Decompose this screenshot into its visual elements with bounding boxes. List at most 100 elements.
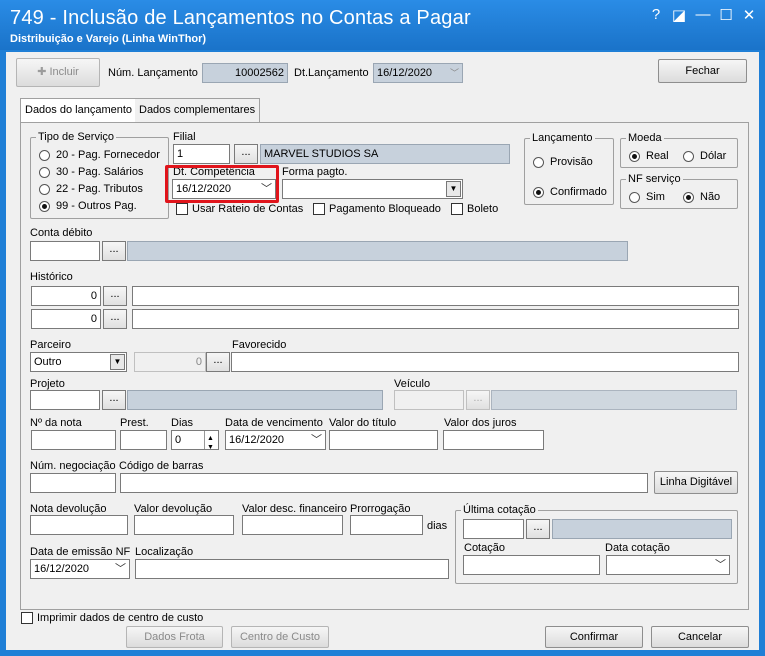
lancamento-group: Lançamento Provisão Confirmado xyxy=(524,132,614,205)
forma-pagto-label: Forma pagto. xyxy=(282,166,348,178)
cotacao-field[interactable] xyxy=(463,555,600,575)
codigo-barras-label: Código de barras xyxy=(119,460,204,472)
vencimento-field[interactable]: 16/12/2020 ﹀ xyxy=(225,430,326,450)
rateio-checkbox[interactable]: Usar Rateio de Contas xyxy=(176,203,303,215)
historico-lookup-button-1[interactable]: ... xyxy=(103,286,127,306)
radio-selected-icon xyxy=(533,186,544,198)
dados-frota-button[interactable]: Dados Frota xyxy=(126,626,223,648)
historico-code-2[interactable]: 0 xyxy=(31,309,101,329)
bloqueado-checkbox[interactable]: Pagamento Bloqueado xyxy=(313,203,441,215)
parceiro-code-field: 0 xyxy=(134,352,206,372)
stepper-arrows-icon[interactable]: ▲ ▼ xyxy=(204,431,218,449)
valor-titulo-field[interactable] xyxy=(329,430,438,450)
cancelar-button[interactable]: Cancelar xyxy=(651,626,749,648)
minimize-icon[interactable]: — xyxy=(695,6,711,23)
dropdown-arrow-icon[interactable]: ▼ xyxy=(446,181,461,197)
veiculo-field xyxy=(394,390,464,410)
radio-pag-salarios[interactable]: 30 - Pag. Salários xyxy=(39,166,143,178)
forma-pagto-select[interactable]: ▼ xyxy=(282,179,463,199)
historico-text-1[interactable] xyxy=(132,286,739,306)
conta-debito-lookup-button[interactable]: ... xyxy=(102,241,126,261)
data-cotacao-field[interactable]: ﹀ xyxy=(606,555,730,575)
historico-code-1[interactable]: 0 xyxy=(31,286,101,306)
radio-outros-pag[interactable]: 99 - Outros Pag. xyxy=(39,200,137,212)
radio-dolar-label: Dólar xyxy=(700,150,727,162)
localizacao-field[interactable] xyxy=(135,559,449,579)
veiculo-label: Veículo xyxy=(394,378,431,390)
title-bar[interactable]: 749 - Inclusão de Lançamentos no Contas … xyxy=(0,0,765,50)
moeda-group: Moeda Real Dólar xyxy=(620,132,738,168)
radio-sim[interactable]: Sim xyxy=(629,191,665,203)
dias-stepper[interactable]: 0 ▲ ▼ xyxy=(171,430,219,450)
num-negociacao-field[interactable] xyxy=(30,473,116,493)
radio-provisao[interactable]: Provisão xyxy=(533,156,593,168)
centro-custo-button[interactable]: Centro de Custo xyxy=(231,626,329,648)
valor-juros-field[interactable] xyxy=(443,430,544,450)
prest-field[interactable] xyxy=(120,430,167,450)
nf-servico-group: NF serviço Sim Não xyxy=(620,173,738,209)
projeto-lookup-button[interactable]: ... xyxy=(102,390,126,410)
radio-confirmado[interactable]: Confirmado xyxy=(533,186,607,198)
valor-devolucao-field[interactable] xyxy=(134,515,234,535)
ultima-cotacao-code-field[interactable] xyxy=(463,519,524,539)
radio-icon xyxy=(629,191,640,203)
prest-label: Prest. xyxy=(120,417,149,429)
historico-text-2[interactable] xyxy=(132,309,739,329)
favorecido-field[interactable] xyxy=(231,352,739,372)
valor-desc-field[interactable] xyxy=(242,515,343,535)
num-lancamento-label: Núm. Lançamento xyxy=(108,67,198,79)
linha-digitavel-button[interactable]: Linha Digitável xyxy=(654,471,738,494)
nota-devolucao-field[interactable] xyxy=(30,515,128,535)
filial-name-field: MARVEL STUDIOS SA xyxy=(260,144,510,164)
radio-dolar[interactable]: Dólar xyxy=(683,150,726,162)
checkbox-icon xyxy=(451,203,463,215)
chevron-down-icon: ﹀ xyxy=(449,68,459,78)
vencimento-value: 16/12/2020 xyxy=(229,434,285,446)
moeda-title: Moeda xyxy=(626,132,664,144)
boleto-checkbox[interactable]: Boleto xyxy=(451,203,498,215)
restore-icon[interactable]: ◪ xyxy=(671,6,687,24)
chevron-down-icon[interactable]: ﹀ xyxy=(715,556,726,574)
num-negociacao-label: Núm. negociação xyxy=(30,460,116,472)
parceiro-lookup-button[interactable]: ... xyxy=(206,352,230,372)
radio-real-label: Real xyxy=(646,150,669,162)
chevron-down-icon[interactable]: ﹀ xyxy=(311,431,322,449)
imprimir-centro-custo-label: Imprimir dados de centro de custo xyxy=(37,612,204,624)
help-icon[interactable]: ? xyxy=(648,6,664,23)
tipo-servico-title: Tipo de Serviço xyxy=(36,131,117,143)
window-title: 749 - Inclusão de Lançamentos no Contas … xyxy=(10,7,471,29)
projeto-field[interactable] xyxy=(30,390,100,410)
dropdown-arrow-icon[interactable]: ▼ xyxy=(110,354,125,370)
radio-icon xyxy=(39,183,50,195)
close-icon[interactable]: ✕ xyxy=(741,6,757,24)
tab-dados-lancamento[interactable]: Dados do lançamento xyxy=(20,98,138,124)
veiculo-desc-field xyxy=(491,390,737,410)
incluir-button[interactable]: ✚ Incluir xyxy=(16,58,100,87)
radio-pag-fornecedor[interactable]: 20 - Pag. Fornecedor xyxy=(39,149,160,161)
codigo-barras-field[interactable] xyxy=(120,473,648,493)
conta-debito-field[interactable] xyxy=(30,241,100,261)
dias-suffix-label: dias xyxy=(427,520,448,532)
data-emissao-field[interactable]: 16/12/2020 ﹀ xyxy=(30,559,130,579)
filial-code-field[interactable]: 1 xyxy=(173,144,230,164)
maximize-icon[interactable]: ☐ xyxy=(718,6,734,24)
num-nota-field[interactable] xyxy=(31,430,116,450)
num-lancamento-field: 10002562 xyxy=(202,63,288,83)
radio-nao[interactable]: Não xyxy=(683,191,720,203)
parceiro-select[interactable]: Outro ▼ xyxy=(30,352,127,372)
prorrogacao-field[interactable] xyxy=(350,515,423,535)
imprimir-centro-custo-checkbox[interactable]: Imprimir dados de centro de custo xyxy=(21,612,203,624)
incluir-label: Incluir xyxy=(49,66,79,78)
fechar-button[interactable]: Fechar xyxy=(658,59,747,83)
historico-lookup-button-2[interactable]: ... xyxy=(103,309,127,329)
projeto-label: Projeto xyxy=(30,378,65,390)
tab-dados-complementares[interactable]: Dados complementares xyxy=(135,98,261,122)
historico-label: Histórico xyxy=(30,271,73,283)
radio-pag-tributos[interactable]: 22 - Pag. Tributos xyxy=(39,183,143,195)
chevron-down-icon[interactable]: ﹀ xyxy=(115,560,126,578)
confirmar-button[interactable]: Confirmar xyxy=(545,626,643,648)
radio-selected-icon xyxy=(629,150,640,162)
ultima-cotacao-lookup-button[interactable]: ... xyxy=(526,519,550,539)
radio-real[interactable]: Real xyxy=(629,150,669,162)
filial-lookup-button[interactable]: ... xyxy=(234,144,258,164)
